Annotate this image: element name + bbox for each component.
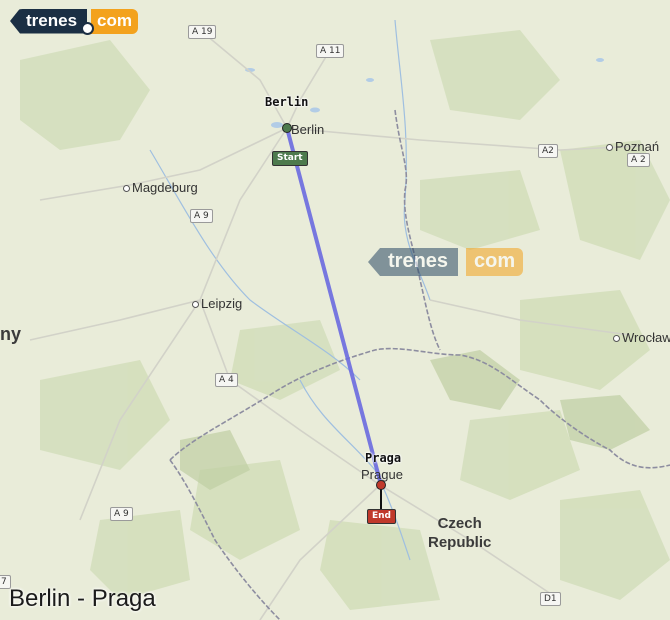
destination-station-label: Praga: [365, 451, 402, 465]
country-label-line1: Czech: [437, 515, 482, 532]
city-wroclaw: Wrocław: [613, 330, 670, 345]
city-dot: [613, 335, 620, 343]
road-shield-a11: A 11: [316, 44, 345, 58]
origin-station-label: Berlin: [265, 95, 309, 109]
road-shield-a19: A 19: [188, 25, 217, 39]
city-dot: [192, 301, 199, 309]
road-shield-a9-north: A 9: [190, 209, 213, 223]
city-leipzig: Leipzig: [192, 296, 242, 311]
road-shield-a9-south: A 9: [110, 507, 133, 521]
map-background: [0, 0, 670, 620]
city-dot: [606, 144, 613, 152]
end-tag[interactable]: End: [367, 509, 396, 524]
trenes-watermark: trenes com: [368, 248, 524, 276]
watermark-trenes-text: trenes: [368, 248, 459, 276]
country-label-partial: ny: [0, 324, 22, 344]
road-shield-a4: A 4: [215, 373, 238, 387]
start-tag[interactable]: Start: [272, 151, 308, 166]
route-title: Berlin - Praga: [9, 585, 156, 612]
city-poznan: Poznań: [606, 139, 659, 154]
trenes-logo[interactable]: trenes com: [10, 8, 138, 35]
road-shield-d1: D1: [540, 592, 561, 606]
city-label-wroclaw: Wrocław: [622, 330, 670, 345]
road-shield-a2-east: A 2: [627, 153, 650, 167]
watermark-com-text: com: [466, 248, 524, 276]
logo-com-text: com: [91, 8, 138, 34]
city-label-berlin: Berlin: [291, 122, 325, 137]
city-label-leipzig: Leipzig: [201, 296, 243, 311]
logo-trenes-text: trenes: [10, 8, 88, 34]
road-shield-a2-poland: A2: [538, 144, 558, 158]
city-label-poznan: Poznań: [615, 139, 660, 154]
city-label-prague: Prague: [361, 467, 403, 482]
logo-dot: [81, 21, 95, 35]
country-label-line2: Republic: [428, 534, 492, 551]
country-label: Czech Republic: [428, 514, 491, 552]
city-magdeburg: Magdeburg: [123, 180, 198, 195]
city-label-magdeburg: Magdeburg: [132, 180, 198, 195]
city-dot: [123, 185, 130, 193]
route-map[interactable]: trenes com trenes com A 19 A 11 A2 A 2 A…: [0, 0, 670, 620]
